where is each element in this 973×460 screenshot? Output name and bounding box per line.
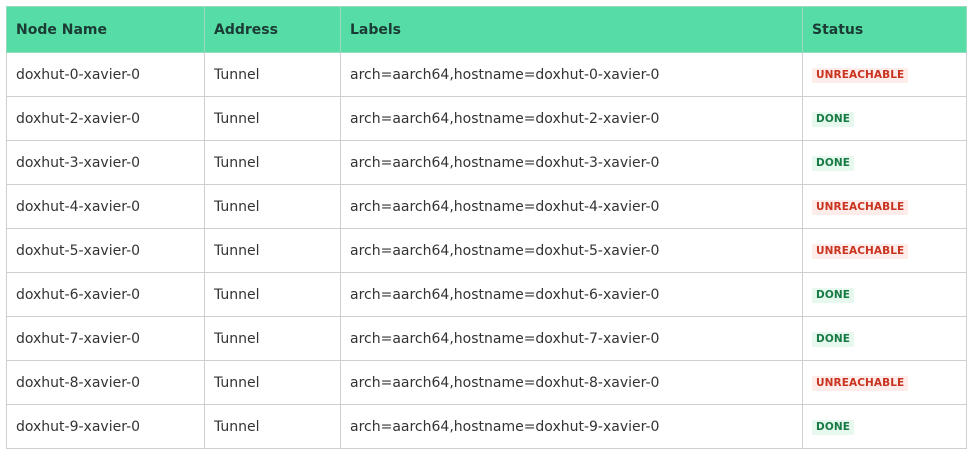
column-header-node-name[interactable]: Node Name — [6, 6, 205, 53]
table-row[interactable]: doxhut-9-xavier-0 Tunnel arch=aarch64,ho… — [6, 404, 967, 449]
node-name-cell: doxhut-6-xavier-0 — [6, 272, 205, 317]
labels-cell: arch=aarch64,hostname=doxhut-2-xavier-0 — [340, 96, 803, 141]
node-name-cell: doxhut-4-xavier-0 — [6, 184, 205, 229]
table-body: doxhut-0-xavier-0 Tunnel arch=aarch64,ho… — [6, 52, 967, 449]
column-header-status[interactable]: Status — [802, 6, 967, 53]
labels-cell: arch=aarch64,hostname=doxhut-3-xavier-0 — [340, 140, 803, 185]
table-row[interactable]: doxhut-3-xavier-0 Tunnel arch=aarch64,ho… — [6, 140, 967, 185]
status-badge: DONE — [812, 112, 855, 127]
table-row[interactable]: doxhut-2-xavier-0 Tunnel arch=aarch64,ho… — [6, 96, 967, 141]
header-row: Node Name Address Labels Status — [6, 6, 967, 53]
status-cell: DONE — [802, 140, 967, 185]
status-badge: UNREACHABLE — [812, 244, 909, 259]
node-name-cell: doxhut-9-xavier-0 — [6, 404, 205, 449]
status-badge: DONE — [812, 288, 855, 303]
node-name-cell: doxhut-7-xavier-0 — [6, 316, 205, 361]
table-row[interactable]: doxhut-6-xavier-0 Tunnel arch=aarch64,ho… — [6, 272, 967, 317]
table-row[interactable]: doxhut-4-xavier-0 Tunnel arch=aarch64,ho… — [6, 184, 967, 229]
node-name-cell: doxhut-5-xavier-0 — [6, 228, 205, 273]
address-cell: Tunnel — [204, 272, 341, 317]
table-row[interactable]: doxhut-0-xavier-0 Tunnel arch=aarch64,ho… — [6, 52, 967, 97]
address-cell: Tunnel — [204, 228, 341, 273]
status-cell: UNREACHABLE — [802, 52, 967, 97]
labels-cell: arch=aarch64,hostname=doxhut-5-xavier-0 — [340, 228, 803, 273]
labels-cell: arch=aarch64,hostname=doxhut-7-xavier-0 — [340, 316, 803, 361]
status-cell: UNREACHABLE — [802, 360, 967, 405]
status-cell: DONE — [802, 404, 967, 449]
address-cell: Tunnel — [204, 184, 341, 229]
status-cell: DONE — [802, 96, 967, 141]
address-cell: Tunnel — [204, 360, 341, 405]
labels-cell: arch=aarch64,hostname=doxhut-9-xavier-0 — [340, 404, 803, 449]
labels-cell: arch=aarch64,hostname=doxhut-4-xavier-0 — [340, 184, 803, 229]
status-badge: DONE — [812, 420, 855, 435]
labels-cell: arch=aarch64,hostname=doxhut-8-xavier-0 — [340, 360, 803, 405]
column-header-address[interactable]: Address — [204, 6, 341, 53]
nodes-table: Node Name Address Labels Status doxhut-0… — [6, 6, 967, 449]
status-badge: DONE — [812, 332, 855, 347]
node-name-cell: doxhut-2-xavier-0 — [6, 96, 205, 141]
address-cell: Tunnel — [204, 316, 341, 361]
column-header-labels[interactable]: Labels — [340, 6, 803, 53]
table-row[interactable]: doxhut-5-xavier-0 Tunnel arch=aarch64,ho… — [6, 228, 967, 273]
status-cell: UNREACHABLE — [802, 228, 967, 273]
table-header: Node Name Address Labels Status — [6, 6, 967, 53]
node-name-cell: doxhut-0-xavier-0 — [6, 52, 205, 97]
status-badge: UNREACHABLE — [812, 376, 909, 391]
status-cell: DONE — [802, 316, 967, 361]
status-badge: DONE — [812, 156, 855, 171]
node-name-cell: doxhut-3-xavier-0 — [6, 140, 205, 185]
address-cell: Tunnel — [204, 404, 341, 449]
table-row[interactable]: doxhut-7-xavier-0 Tunnel arch=aarch64,ho… — [6, 316, 967, 361]
status-badge: UNREACHABLE — [812, 200, 909, 215]
node-name-cell: doxhut-8-xavier-0 — [6, 360, 205, 405]
table-row[interactable]: doxhut-8-xavier-0 Tunnel arch=aarch64,ho… — [6, 360, 967, 405]
labels-cell: arch=aarch64,hostname=doxhut-6-xavier-0 — [340, 272, 803, 317]
labels-cell: arch=aarch64,hostname=doxhut-0-xavier-0 — [340, 52, 803, 97]
address-cell: Tunnel — [204, 140, 341, 185]
status-cell: DONE — [802, 272, 967, 317]
address-cell: Tunnel — [204, 96, 341, 141]
address-cell: Tunnel — [204, 52, 341, 97]
status-cell: UNREACHABLE — [802, 184, 967, 229]
status-badge: UNREACHABLE — [812, 68, 909, 83]
